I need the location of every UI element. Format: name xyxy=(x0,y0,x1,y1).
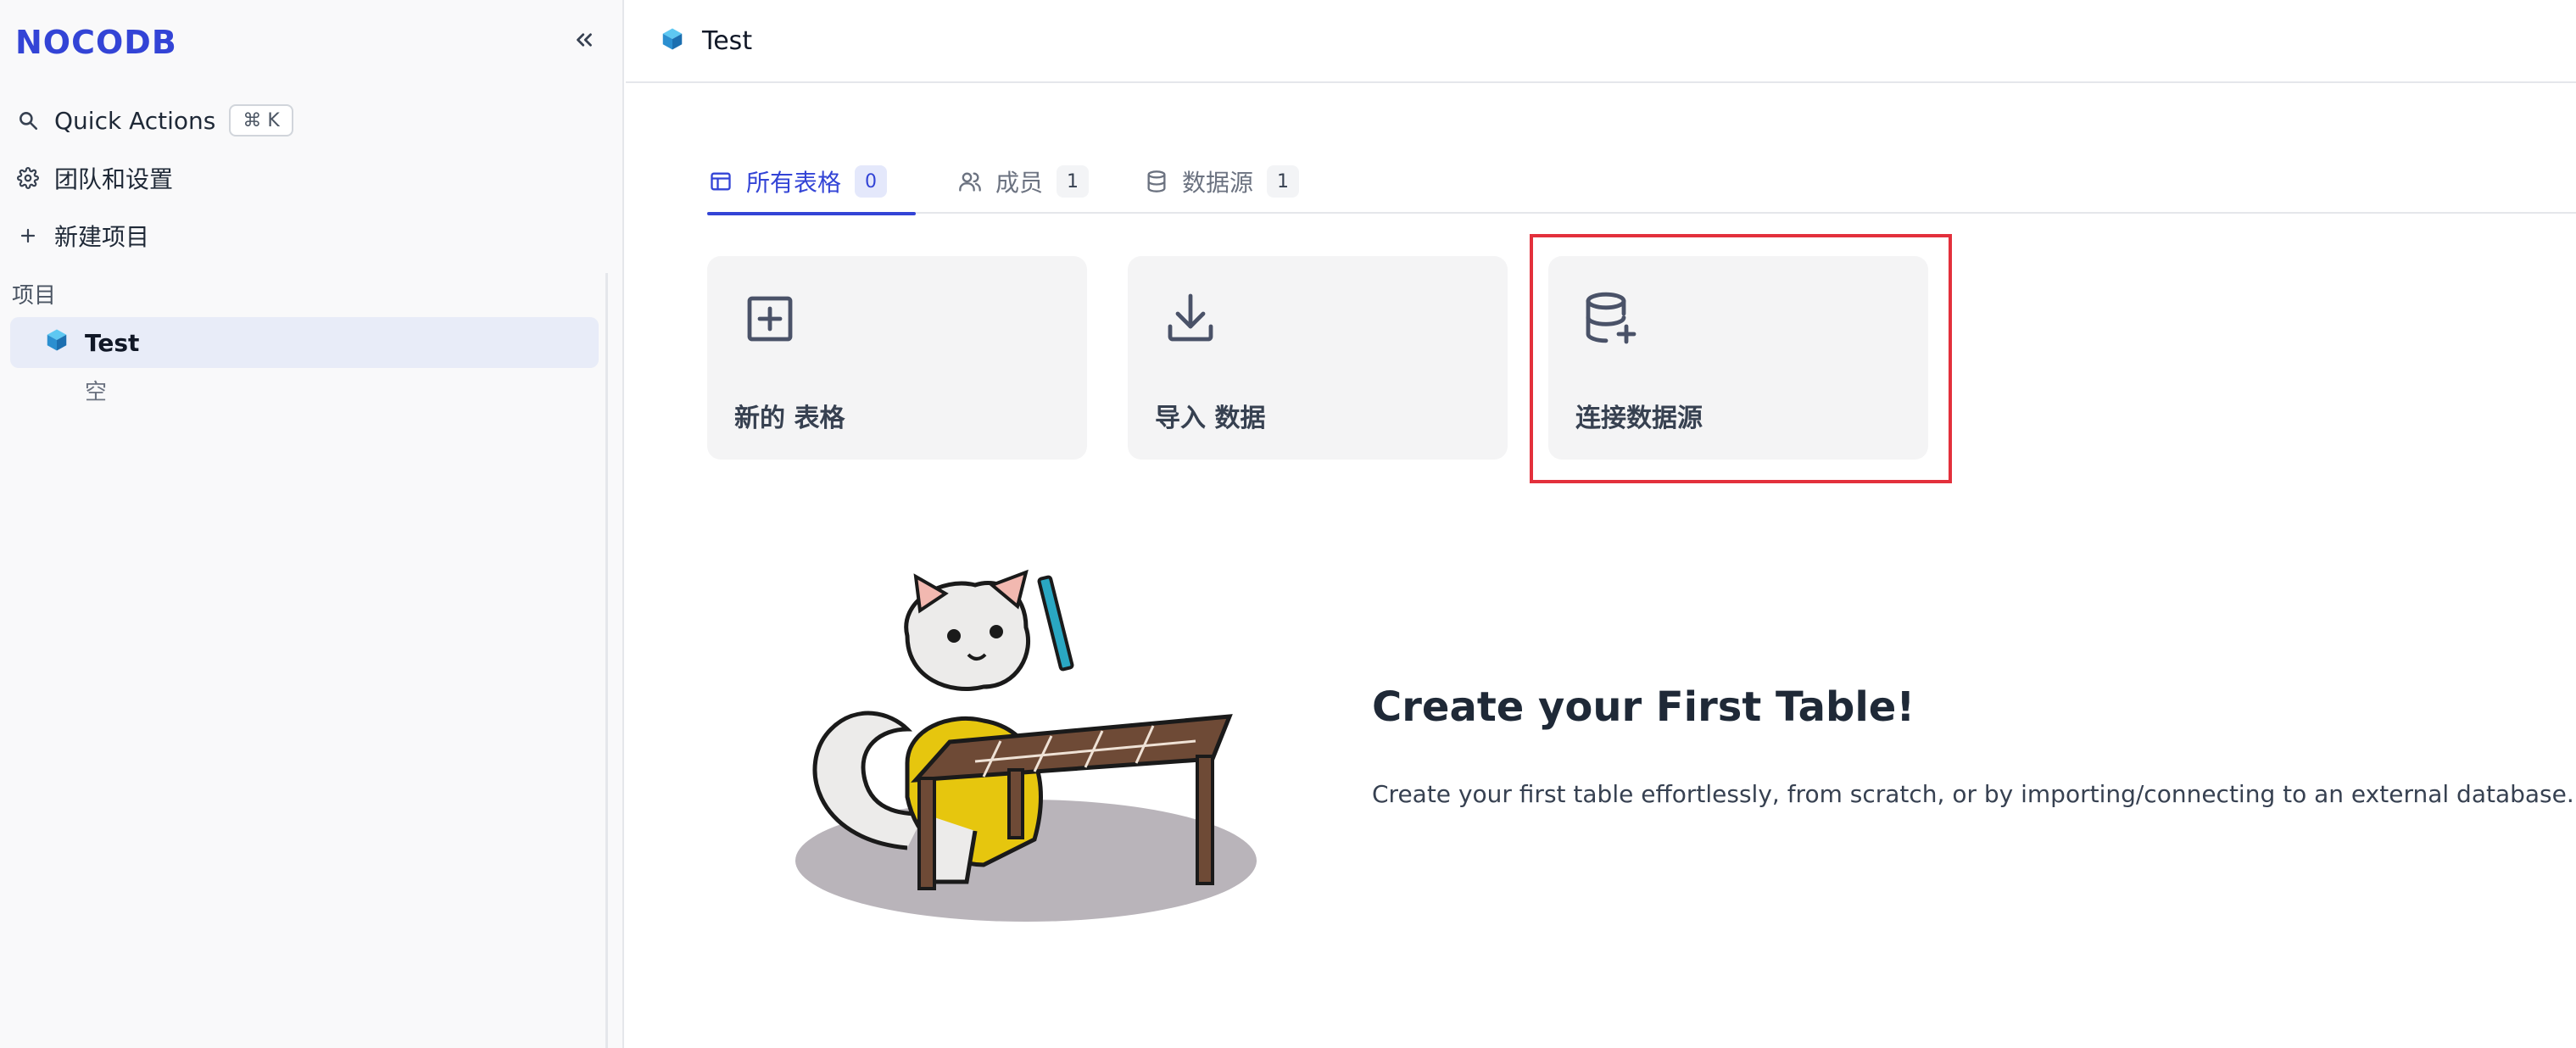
projects-section-label: 项目 xyxy=(12,283,57,309)
tab-label: 数据源 xyxy=(1182,169,1254,197)
connect-data-source-card[interactable]: 连接数据源 xyxy=(1548,256,1928,460)
nocodb-logo[interactable]: NOCODB xyxy=(15,24,177,61)
project-name: Test xyxy=(85,328,140,357)
team-settings-button[interactable]: 团队和设置 xyxy=(0,153,611,203)
new-project-label: 新建项目 xyxy=(54,223,150,251)
project-tabs: 所有表格 0 成员 1 数据源 1 xyxy=(707,149,2576,215)
empty-state-title: Create your First Table! xyxy=(1372,683,1915,731)
new-project-button[interactable]: 新建项目 xyxy=(0,210,611,261)
tab-data-sources[interactable]: 数据源 1 xyxy=(1143,149,1300,214)
app: NOCODB Quick Actions ⌘ K 团队和设置 新建项目 项目 T… xyxy=(0,0,2576,1048)
tab-all-tables[interactable]: 所有表格 0 xyxy=(707,149,916,215)
project-empty-label: 空 xyxy=(85,380,108,405)
chevrons-left-icon xyxy=(577,33,592,47)
page-title: Test xyxy=(702,25,753,56)
sidebar: NOCODB Quick Actions ⌘ K 团队和设置 新建项目 项目 T… xyxy=(0,0,624,1048)
card-label: 新的 表格 xyxy=(734,404,845,433)
card-label: 连接数据源 xyxy=(1575,404,1703,433)
snow-leopard-illustration xyxy=(795,569,1257,922)
card-label: 导入 数据 xyxy=(1155,404,1266,433)
tab-label: 所有表格 xyxy=(746,169,842,197)
quick-actions-label: Quick Actions xyxy=(54,106,216,135)
tab-count: 1 xyxy=(1267,165,1300,198)
plus-icon xyxy=(14,221,42,250)
tab-members[interactable]: 成员 1 xyxy=(956,149,1090,214)
cube-icon xyxy=(44,327,70,359)
users-icon xyxy=(956,168,984,195)
sidebar-item-project-test[interactable]: Test xyxy=(10,317,599,368)
database-icon xyxy=(1143,168,1170,195)
topbar: Test xyxy=(626,0,2576,83)
table-icon xyxy=(707,168,734,195)
plus-square-icon xyxy=(739,288,800,349)
import-data-card[interactable]: 导入 数据 xyxy=(1128,256,1508,460)
team-settings-label: 团队和设置 xyxy=(54,165,174,193)
download-icon xyxy=(1160,288,1221,349)
new-table-card[interactable]: 新的 表格 xyxy=(707,256,1087,460)
database-plus-icon xyxy=(1581,288,1642,349)
quick-actions-shortcut: ⌘ K xyxy=(229,104,293,137)
quick-actions-button[interactable]: Quick Actions ⌘ K xyxy=(0,95,611,146)
cube-icon xyxy=(660,26,685,55)
tab-label: 成员 xyxy=(995,169,1044,197)
tab-count: 0 xyxy=(855,165,888,198)
empty-state-description: Create your first table effortlessly, fr… xyxy=(1372,780,2574,808)
sidebar-scrollbar[interactable] xyxy=(605,273,608,1048)
search-icon xyxy=(14,106,42,135)
tab-count: 1 xyxy=(1057,165,1090,198)
collapse-sidebar-button[interactable] xyxy=(563,19,605,61)
gear-icon xyxy=(14,164,42,192)
